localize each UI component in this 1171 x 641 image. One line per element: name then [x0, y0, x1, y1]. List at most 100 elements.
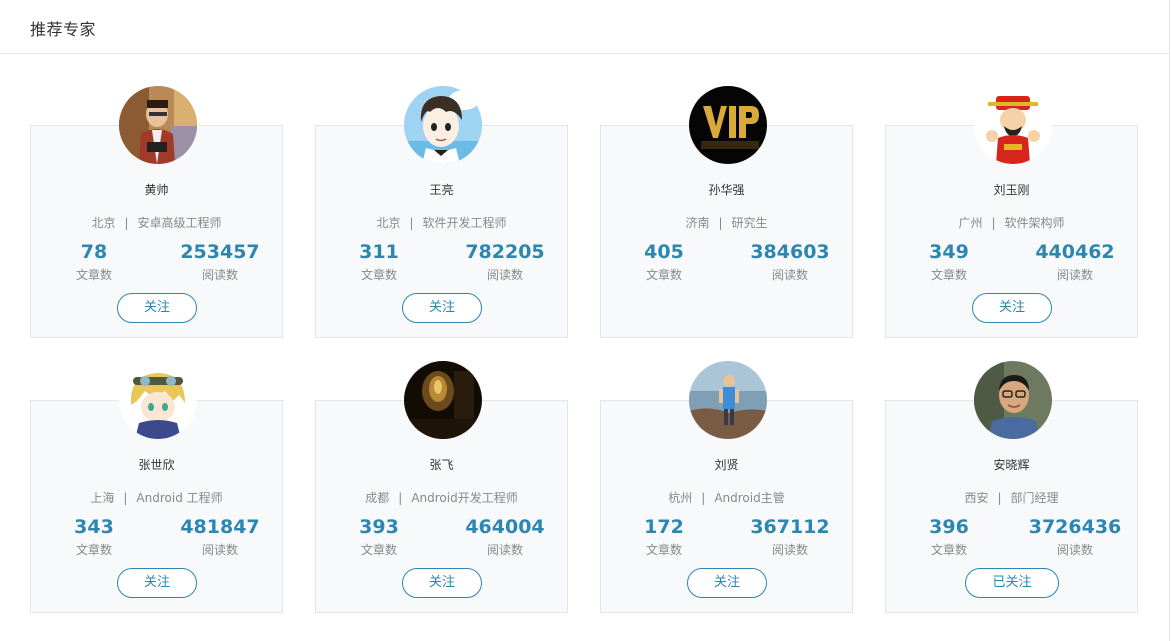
articles-stat: 393 文章数 — [316, 516, 442, 558]
avatar-vip-icon — [689, 86, 767, 164]
articles-stat: 343 文章数 — [31, 516, 157, 558]
articles-stat: 311 文章数 — [316, 241, 442, 283]
expert-title: Android主管 — [714, 491, 785, 505]
avatar[interactable] — [404, 361, 482, 439]
expert-card: 安晓辉 西安 | 部门经理 396 文章数 3726436 阅读数 已关注 — [885, 361, 1138, 613]
meta-separator: | — [997, 491, 1002, 505]
meta-separator: | — [398, 491, 403, 505]
expert-name: 黄帅 — [144, 183, 169, 197]
expert-city: 济南 — [685, 216, 710, 230]
reads-count: 253457 — [180, 241, 260, 263]
expert-name: 刘贤 — [714, 458, 739, 472]
expert-card: 孙华强 济南 | 研究生 405 文章数 384603 阅读数 — [600, 86, 853, 338]
articles-label: 文章数 — [75, 268, 112, 282]
avatar[interactable] — [974, 86, 1052, 164]
articles-label: 文章数 — [930, 543, 967, 557]
articles-stat: 349 文章数 — [886, 241, 1012, 283]
avatar[interactable] — [689, 361, 767, 439]
expert-card: 王亮 北京 | 软件开发工程师 311 文章数 782205 阅读数 关注 — [315, 86, 568, 338]
panel-header: 推荐专家 — [0, 0, 1169, 54]
reads-stat: 440462 阅读数 — [1012, 241, 1138, 283]
expert-city: 北京 — [91, 216, 116, 230]
expert-meta: 北京 | 安卓高级工程师 — [31, 214, 282, 231]
follow-button[interactable]: 关注 — [972, 293, 1052, 323]
reads-label: 阅读数 — [1056, 268, 1093, 282]
recommended-experts-panel: 推荐专家 黄帅 北京 | 安卓高级工程师 78 文章数 253457 阅读数 关注 — [0, 0, 1170, 641]
reads-count: 464004 — [465, 516, 545, 538]
articles-count: 172 — [644, 516, 684, 538]
expert-city: 广州 — [958, 216, 983, 230]
meta-separator: | — [123, 491, 128, 505]
expert-city: 杭州 — [668, 491, 693, 505]
expert-title: Android 工程师 — [136, 491, 223, 505]
articles-label: 文章数 — [360, 543, 397, 557]
expert-name: 刘玉刚 — [993, 183, 1030, 197]
meta-separator: | — [991, 216, 996, 230]
reads-count: 384603 — [750, 241, 830, 263]
expert-title: 部门经理 — [1010, 491, 1059, 505]
avatar[interactable] — [119, 86, 197, 164]
expert-name: 孙华强 — [708, 183, 745, 197]
expert-city: 上海 — [90, 491, 115, 505]
reads-count: 782205 — [465, 241, 545, 263]
expert-meta: 西安 | 部门经理 — [886, 489, 1137, 506]
expert-card: 张世欣 上海 | Android 工程师 343 文章数 481847 阅读数 关注 — [30, 361, 283, 613]
follow-button[interactable]: 关注 — [687, 568, 767, 598]
expert-card: 张飞 成都 | Android开发工程师 393 文章数 464004 阅读数 关注 — [315, 361, 568, 613]
expert-meta: 上海 | Android 工程师 — [31, 489, 282, 506]
followed-button[interactable]: 已关注 — [965, 568, 1059, 598]
follow-button[interactable]: 关注 — [402, 293, 482, 323]
expert-card: 刘贤 杭州 | Android主管 172 文章数 367112 阅读数 关注 — [600, 361, 853, 613]
follow-button[interactable]: 关注 — [117, 568, 197, 598]
articles-count: 311 — [359, 241, 399, 263]
avatar[interactable] — [689, 86, 767, 164]
avatar[interactable] — [404, 86, 482, 164]
articles-count: 78 — [80, 241, 108, 263]
avatar[interactable] — [119, 361, 197, 439]
meta-separator: | — [701, 491, 706, 505]
articles-stat: 405 文章数 — [601, 241, 727, 283]
expert-title: Android开发工程师 — [411, 491, 518, 505]
articles-stat: 78 文章数 — [31, 241, 157, 283]
articles-count: 393 — [359, 516, 399, 538]
reads-label: 阅读数 — [486, 543, 523, 557]
expert-meta: 广州 | 软件架构师 — [886, 214, 1137, 231]
expert-title: 软件架构师 — [1004, 216, 1065, 230]
expert-card: 黄帅 北京 | 安卓高级工程师 78 文章数 253457 阅读数 关注 — [30, 86, 283, 338]
expert-meta: 北京 | 软件开发工程师 — [316, 214, 567, 231]
reads-stat: 481847 阅读数 — [157, 516, 283, 558]
expert-title: 软件开发工程师 — [422, 216, 507, 230]
articles-label: 文章数 — [930, 268, 967, 282]
follow-button[interactable]: 关注 — [402, 568, 482, 598]
articles-label: 文章数 — [645, 543, 682, 557]
expert-meta: 杭州 | Android主管 — [601, 489, 852, 506]
reads-stat: 464004 阅读数 — [442, 516, 568, 558]
articles-count: 349 — [929, 241, 969, 263]
reads-stat: 384603 阅读数 — [727, 241, 853, 283]
meta-separator: | — [718, 216, 723, 230]
articles-stat: 172 文章数 — [601, 516, 727, 558]
avatar-god-of-wealth-icon — [974, 86, 1052, 164]
reads-count: 440462 — [1035, 241, 1115, 263]
reads-stat: 782205 阅读数 — [442, 241, 568, 283]
avatar-seaside-person-icon — [689, 361, 767, 439]
expert-name: 张世欣 — [138, 458, 175, 472]
avatar-man-glasses-icon — [974, 361, 1052, 439]
articles-count: 343 — [74, 516, 114, 538]
avatar[interactable] — [974, 361, 1052, 439]
articles-stat: 396 文章数 — [886, 516, 1012, 558]
avatar-photo-man-icon — [119, 86, 197, 164]
expert-title: 安卓高级工程师 — [137, 216, 222, 230]
expert-name: 张飞 — [429, 458, 454, 472]
reads-count: 367112 — [750, 516, 830, 538]
reads-label: 阅读数 — [486, 268, 523, 282]
reads-stat: 3726436 阅读数 — [1012, 516, 1138, 558]
avatar-dark-room-icon — [404, 361, 482, 439]
expert-name: 安晓辉 — [993, 458, 1030, 472]
reads-stat: 367112 阅读数 — [727, 516, 853, 558]
follow-button[interactable]: 关注 — [117, 293, 197, 323]
reads-label: 阅读数 — [771, 268, 808, 282]
expert-city: 北京 — [376, 216, 401, 230]
reads-label: 阅读数 — [201, 268, 238, 282]
expert-card: 刘玉刚 广州 | 软件架构师 349 文章数 440462 阅读数 关注 — [885, 86, 1138, 338]
